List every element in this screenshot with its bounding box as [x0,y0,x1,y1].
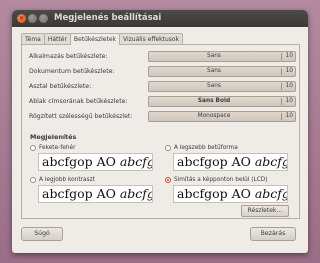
sample-preview-monochrome[interactable]: abcfgop AO abcfgop [38,153,153,171]
radio-button[interactable] [165,145,171,151]
radio-button[interactable] [30,145,36,151]
font-label: Ablak címsorának betűkészlete: [29,98,128,105]
option-label: Fekete-fehér [39,145,76,151]
radio-button-selected[interactable] [165,177,171,183]
separator [281,53,282,60]
font-name: Sans [207,83,221,89]
window-title-font-button[interactable]: Sans Bold 10 [148,96,296,107]
font-size: 10 [285,98,293,104]
tab-bar: Téma Háttér Betűkészletek Vizuális effek… [21,33,184,45]
separator [281,98,282,105]
sample-italic-text: abcfgop [254,186,287,201]
font-row-document: Dokumentum betűkészlete: Sans 10 [29,66,296,77]
desktop-font-button[interactable]: Sans 10 [148,81,296,92]
font-row-application: Alkalmazás betűkészlete: Sans 10 [29,51,296,62]
tab-background[interactable]: Háttér [43,33,71,44]
font-size: 10 [285,53,293,59]
font-size: 10 [285,83,293,89]
option-label: A legszebb betűforma [174,145,238,151]
font-row-desktop: Asztal betűkészlete: Sans 10 [29,81,296,92]
sample-preview-best-contrast[interactable]: abcfgop AO abcfgop [38,185,153,203]
font-size: 10 [285,113,293,119]
rendering-section-title: Megjelenítés [30,133,77,141]
option-label: A legjobb kontraszt [39,177,95,183]
tab-theme[interactable]: Téma [21,33,45,44]
maximize-window-icon[interactable] [39,14,48,23]
separator [281,113,282,120]
sample-regular-text: abcfgop AO [177,186,255,201]
radio-button[interactable] [30,177,36,183]
window-title: Megjelenés beállításai [54,13,162,23]
tab-fonts[interactable]: Betűkészletek [69,33,120,45]
close-window-icon[interactable]: ✕ [17,14,26,23]
minimize-window-icon[interactable] [28,14,37,23]
font-label: Rögzített szélességű betűkészlet: [29,113,133,120]
tab-visual-effects[interactable]: Vizuális effektusok [119,33,184,44]
close-button[interactable]: Bezárás [250,227,296,241]
font-name: Sans Bold [197,98,231,104]
font-name: Monospace [197,113,231,119]
sample-italic-text: abcfgop [119,154,152,169]
font-row-fixed-width: Rögzített szélességű betűkészlet: Monosp… [29,111,296,122]
font-name: Sans [207,68,221,74]
sample-regular-text: abcfgop AO [42,154,120,169]
details-button[interactable]: Részletek… [241,205,289,217]
font-label: Dokumentum betűkészlete: [29,68,115,75]
separator [281,68,282,75]
application-font-button[interactable]: Sans 10 [148,51,296,62]
font-label: Asztal betűkészlete: [29,83,92,90]
sample-italic-text: abcfgop [119,186,152,201]
sample-regular-text: abcfgop AO [177,154,255,169]
document-font-button[interactable]: Sans 10 [148,66,296,77]
option-label: Simítás a képponton belül (LCD) [174,177,268,183]
sample-preview-best-shapes[interactable]: abcfgop AO abcfgop [173,153,288,171]
font-size: 10 [285,68,293,74]
font-row-window-title: Ablak címsorának betűkészlete: Sans Bold… [29,96,296,107]
help-button[interactable]: Súgó [21,227,63,241]
sample-preview-subpixel[interactable]: abcfgop AO abcfgop [173,185,288,203]
appearance-window: ✕ Megjelenés beállításai Téma Háttér Bet… [12,10,308,253]
sample-regular-text: abcfgop AO [42,186,120,201]
font-name: Sans [207,53,221,59]
font-label: Alkalmazás betűkészlete: [29,53,108,60]
fixed-width-font-button[interactable]: Monospace 10 [148,111,296,122]
title-bar: ✕ Megjelenés beállításai [12,10,308,27]
fonts-panel: Alkalmazás betűkészlete: Sans 10 Dokumen… [21,44,300,219]
sample-italic-text: abcfgop [254,154,287,169]
separator [281,83,282,90]
